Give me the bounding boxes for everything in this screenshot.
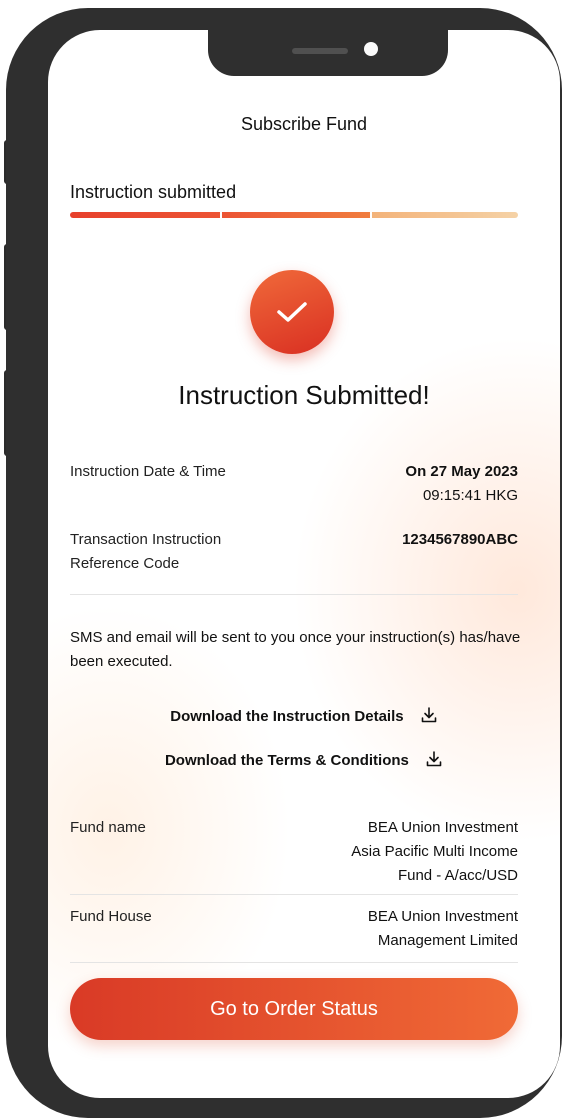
download-instruction-details-label: Download the Instruction Details [170, 708, 404, 725]
reference-code-value: 1234567890ABC [402, 531, 518, 548]
time-value: 09:15:41 HKG [422, 487, 518, 504]
fund-house-value: BEA Union Investment Management Limited [368, 905, 518, 953]
go-to-order-status-button[interactable]: Go to Order Status [70, 978, 518, 1040]
fund-house-line1: BEA Union Investment [367, 908, 518, 925]
reference-label-line1: Transaction Instruction [70, 531, 222, 548]
progress-segment-3 [372, 212, 518, 218]
success-check-icon [250, 270, 334, 354]
fund-name-line3: Fund - A/acc/USD [397, 867, 518, 884]
notification-notice: SMS and email will be sent to you once y… [70, 629, 521, 670]
divider [70, 594, 518, 595]
fund-house-line2: Management Limited [377, 932, 518, 949]
date-time-label: Instruction Date & Time [70, 463, 226, 480]
success-headline: Instruction Submitted! [178, 380, 430, 410]
progress-segment-1 [70, 212, 220, 218]
camera-icon [364, 42, 378, 56]
reference-label-line2: Reference Code [70, 555, 180, 572]
app-screen: Subscribe Fund Instruction submitted Ins… [48, 30, 560, 1098]
fund-name-label: Fund name [70, 819, 146, 836]
download-instruction-details-link[interactable]: Download the Instruction Details [48, 706, 560, 728]
fund-house-label: Fund House [70, 908, 152, 925]
progress-segment-2 [222, 212, 370, 218]
fund-name-line2: Asia Pacific Multi Income [351, 843, 518, 860]
reference-label: Transaction Instruction Reference Code [70, 528, 221, 576]
fund-name-line1: BEA Union Investment [367, 819, 518, 836]
page-title: Subscribe Fund [240, 114, 368, 134]
divider [70, 894, 518, 895]
divider [70, 962, 518, 963]
download-terms-link[interactable]: Download the Terms & Conditions [48, 750, 560, 772]
fund-name-value: BEA Union Investment Asia Pacific Multi … [351, 816, 518, 888]
download-icon [420, 706, 438, 728]
phone-notch [208, 30, 448, 76]
device-mockup: Subscribe Fund Instruction submitted Ins… [0, 0, 562, 1118]
download-terms-label: Download the Terms & Conditions [164, 752, 409, 769]
progress-bar [70, 212, 518, 218]
date-time-value: On 27 May 2023 09:15:41 HKG [405, 460, 518, 508]
date-value: On 27 May 2023 [405, 463, 518, 480]
progress-step-label: Instruction submitted [70, 182, 237, 202]
speaker-grille [292, 48, 348, 54]
download-icon [425, 750, 443, 772]
